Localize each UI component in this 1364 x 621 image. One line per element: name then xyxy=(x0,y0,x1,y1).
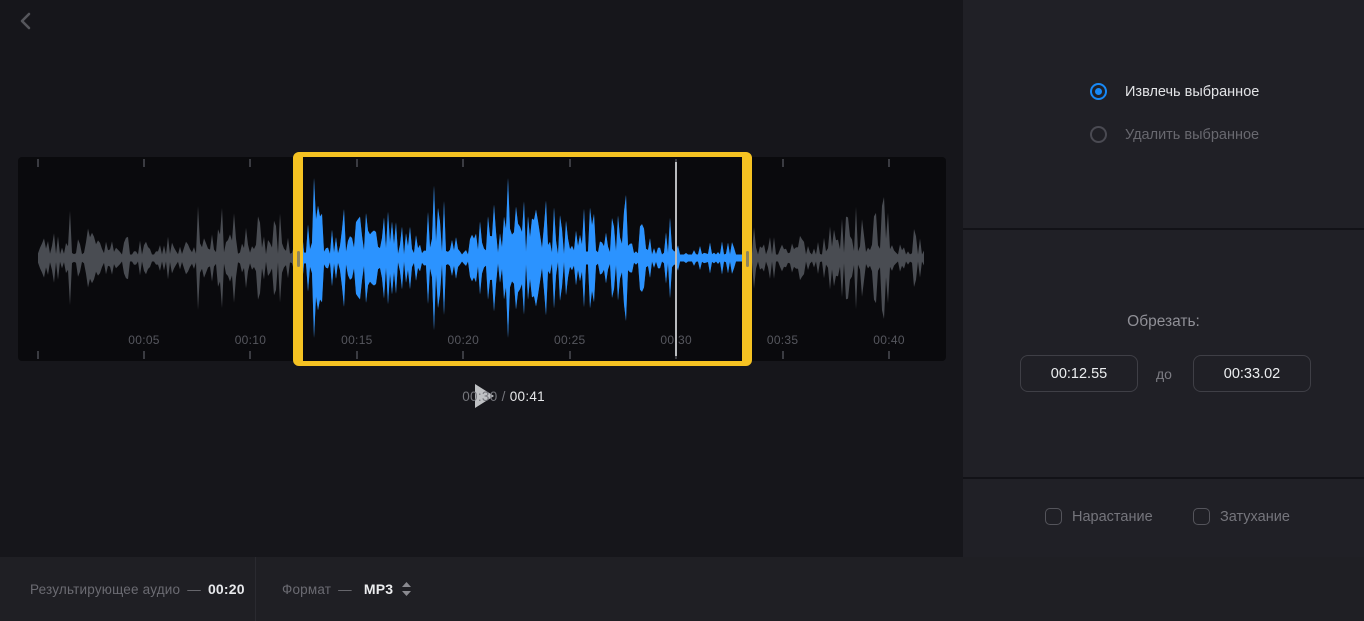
timeline-tick xyxy=(249,351,251,359)
radio-off-icon xyxy=(1090,126,1107,143)
playhead[interactable] xyxy=(675,162,677,356)
waveform-area[interactable]: 00:0500:1000:1500:2000:2500:3000:3500:40 xyxy=(18,157,946,361)
timeline-tick xyxy=(888,351,890,359)
panel-divider xyxy=(963,228,1364,230)
trim-start-input[interactable] xyxy=(1020,355,1138,392)
current-time: 00:30 xyxy=(462,389,497,404)
dash: — xyxy=(187,582,201,597)
timeline-tick xyxy=(143,159,145,167)
timeline-tick xyxy=(782,159,784,167)
trim-title: Обрезать: xyxy=(963,313,1364,331)
result-duration: 00:20 xyxy=(208,581,245,597)
timeline-tick xyxy=(782,351,784,359)
timeline-tick xyxy=(37,351,39,359)
total-time: 00:41 xyxy=(510,389,545,404)
checkbox-unchecked-icon xyxy=(1045,508,1062,525)
timeline-tick xyxy=(888,159,890,167)
timeline-label: 00:35 xyxy=(753,333,813,347)
chevron-left-icon xyxy=(18,11,34,34)
timeline-tick xyxy=(143,351,145,359)
result-audio-label: Результирующее аудио xyxy=(30,582,180,597)
format-label: Формат xyxy=(282,582,331,597)
radio-extract-label: Извлечь выбранное xyxy=(1125,84,1259,100)
timeline-tick xyxy=(249,159,251,167)
result-audio-info: Результирующее аудио — 00:20 xyxy=(30,557,245,621)
editor-area: 00:0500:1000:1500:2000:2500:3000:3500:40… xyxy=(0,0,963,557)
trim-to-word: до xyxy=(1149,366,1179,382)
timeline-label: 00:10 xyxy=(220,333,280,347)
trim-end-input[interactable] xyxy=(1193,355,1311,392)
radio-on-icon xyxy=(1090,83,1107,100)
time-separator: / xyxy=(502,389,506,404)
time-display: 00:30 / 00:41 xyxy=(462,389,545,404)
radio-extract-selected[interactable]: Извлечь выбранное xyxy=(1090,83,1259,100)
dash: — xyxy=(338,582,352,597)
fade-in-checkbox-row[interactable]: Нарастание xyxy=(1045,508,1153,525)
selection-box[interactable] xyxy=(293,152,752,366)
radio-delete-selected[interactable]: Удалить выбранное xyxy=(1090,126,1259,143)
bottom-bar: Результирующее аудио — 00:20 Формат — MP… xyxy=(0,557,1364,621)
fade-out-label: Затухание xyxy=(1220,509,1290,525)
format-select[interactable]: Формат — MP3 xyxy=(282,557,412,621)
timeline-label: 00:05 xyxy=(114,333,174,347)
format-value: MP3 xyxy=(364,581,393,597)
selection-left-handle[interactable] xyxy=(297,251,300,267)
selection-right-handle[interactable] xyxy=(746,251,749,267)
timeline-tick xyxy=(37,159,39,167)
settings-panel: Извлечь выбранное Удалить выбранное Обре… xyxy=(963,0,1364,557)
radio-delete-label: Удалить выбранное xyxy=(1125,127,1259,143)
audio-trimmer-app: 00:0500:1000:1500:2000:2500:3000:3500:40… xyxy=(0,0,1364,621)
checkbox-unchecked-icon xyxy=(1193,508,1210,525)
fade-in-label: Нарастание xyxy=(1072,509,1153,525)
stepper-icon xyxy=(401,581,412,597)
timeline-label: 00:40 xyxy=(859,333,919,347)
footer-divider xyxy=(255,557,256,621)
panel-divider xyxy=(963,477,1364,479)
back-button[interactable] xyxy=(12,8,40,36)
fade-out-checkbox-row[interactable]: Затухание xyxy=(1193,508,1290,525)
